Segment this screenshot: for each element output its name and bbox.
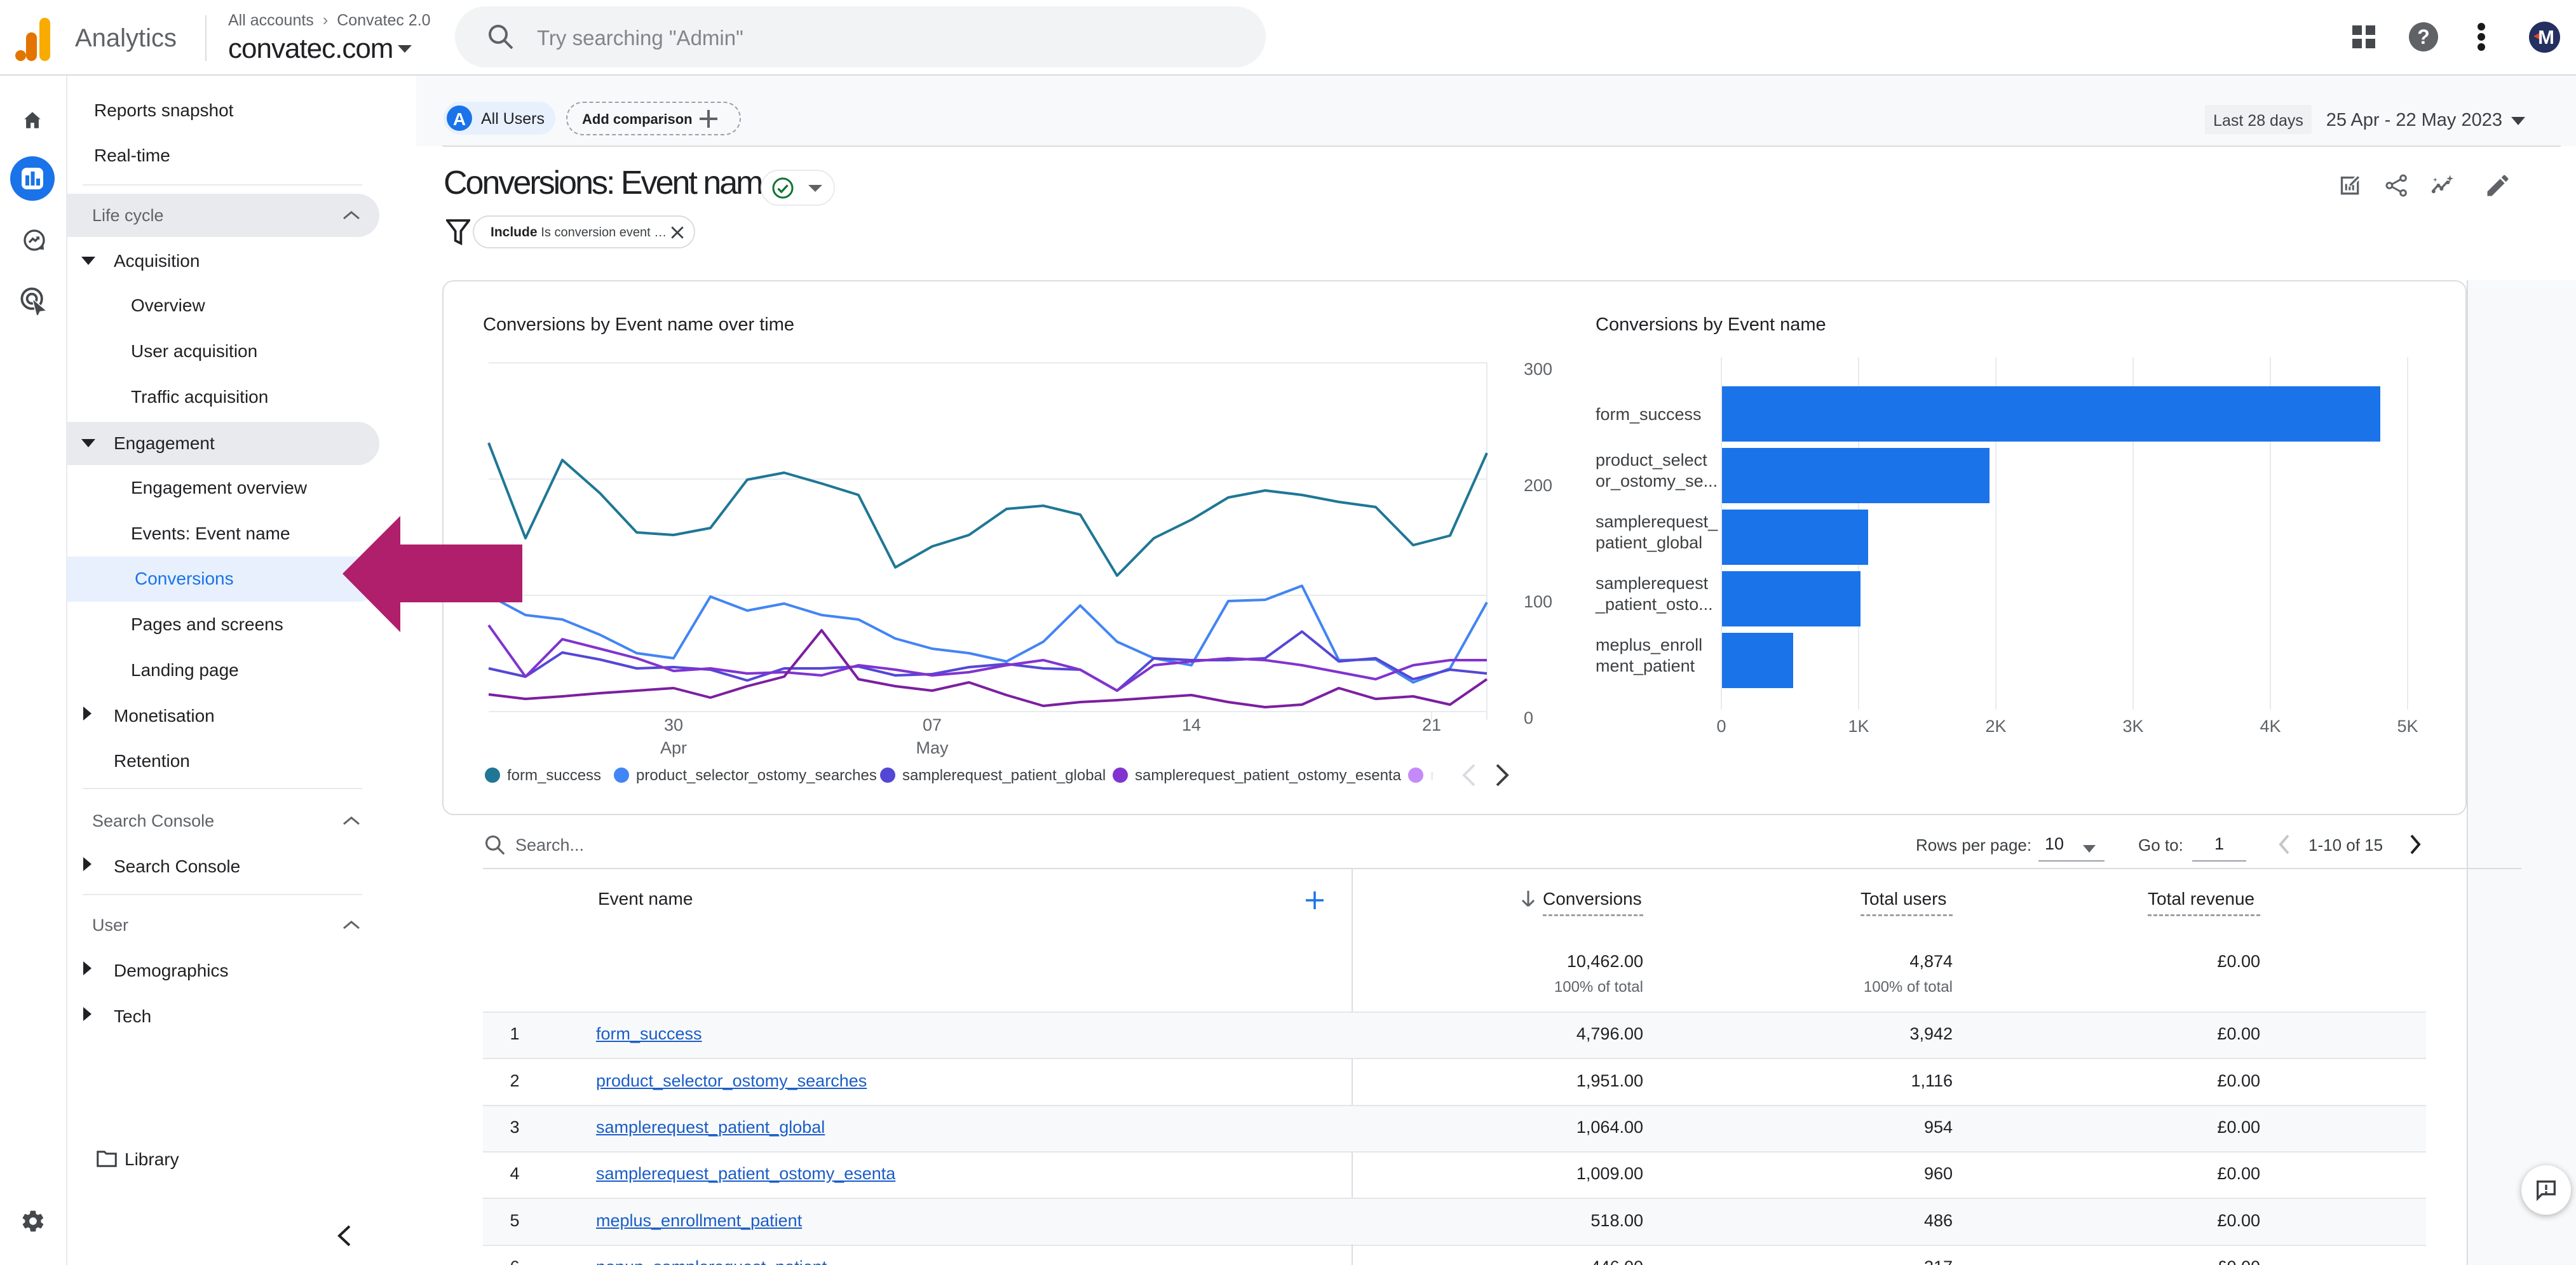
- svg-text:0: 0: [1524, 708, 1533, 727]
- svg-text:product_selector_ostomy_search: product_selector_ostomy_searches: [636, 767, 877, 784]
- svg-text:form_success: form_success: [1596, 405, 1702, 424]
- svg-text:product_select: product_select: [1596, 450, 1707, 470]
- svg-text:2K: 2K: [1985, 717, 2006, 736]
- svg-text:5K: 5K: [2397, 717, 2418, 736]
- svg-text:M: M: [2538, 26, 2554, 48]
- svg-text:1K: 1K: [1848, 717, 1869, 736]
- svg-text:100: 100: [1524, 592, 1552, 611]
- svg-text:samplerequest_patient_ostomy_e: samplerequest_patient_ostomy_esenta: [1135, 767, 1402, 784]
- svg-text:300: 300: [1524, 360, 1552, 379]
- svg-text:meplus_enroll: meplus_enroll: [1596, 635, 1702, 654]
- svg-text:200: 200: [1524, 476, 1552, 495]
- svg-text:patient_global: patient_global: [1596, 533, 1702, 552]
- svg-text:30: 30: [664, 715, 683, 734]
- svg-text:3K: 3K: [2122, 717, 2143, 736]
- svg-text:samplerequest_: samplerequest_: [1596, 512, 1718, 531]
- svg-text:Conversions by Event name: Conversions by Event name: [1596, 315, 1826, 335]
- svg-text:or_ostomy_se...: or_ostomy_se...: [1596, 471, 1718, 490]
- svg-text:form_success: form_success: [507, 767, 601, 784]
- svg-text:?: ?: [2417, 25, 2430, 48]
- svg-text:samplerequest_patient_global: samplerequest_patient_global: [902, 767, 1106, 784]
- svg-text:21: 21: [1422, 715, 1441, 734]
- svg-text:4K: 4K: [2260, 717, 2281, 736]
- svg-text:Apr: Apr: [660, 738, 687, 757]
- svg-text:14: 14: [1182, 715, 1201, 734]
- svg-text:May: May: [916, 738, 949, 757]
- svg-text:ment_patient: ment_patient: [1596, 656, 1695, 675]
- svg-text:samplerequest: samplerequest: [1596, 574, 1709, 593]
- svg-text:0: 0: [1716, 717, 1726, 736]
- svg-text:_patient_osto...: _patient_osto...: [1595, 595, 1713, 614]
- svg-text:Conversions by Event name over: Conversions by Event name over time: [483, 315, 794, 335]
- svg-text:07: 07: [923, 715, 942, 734]
